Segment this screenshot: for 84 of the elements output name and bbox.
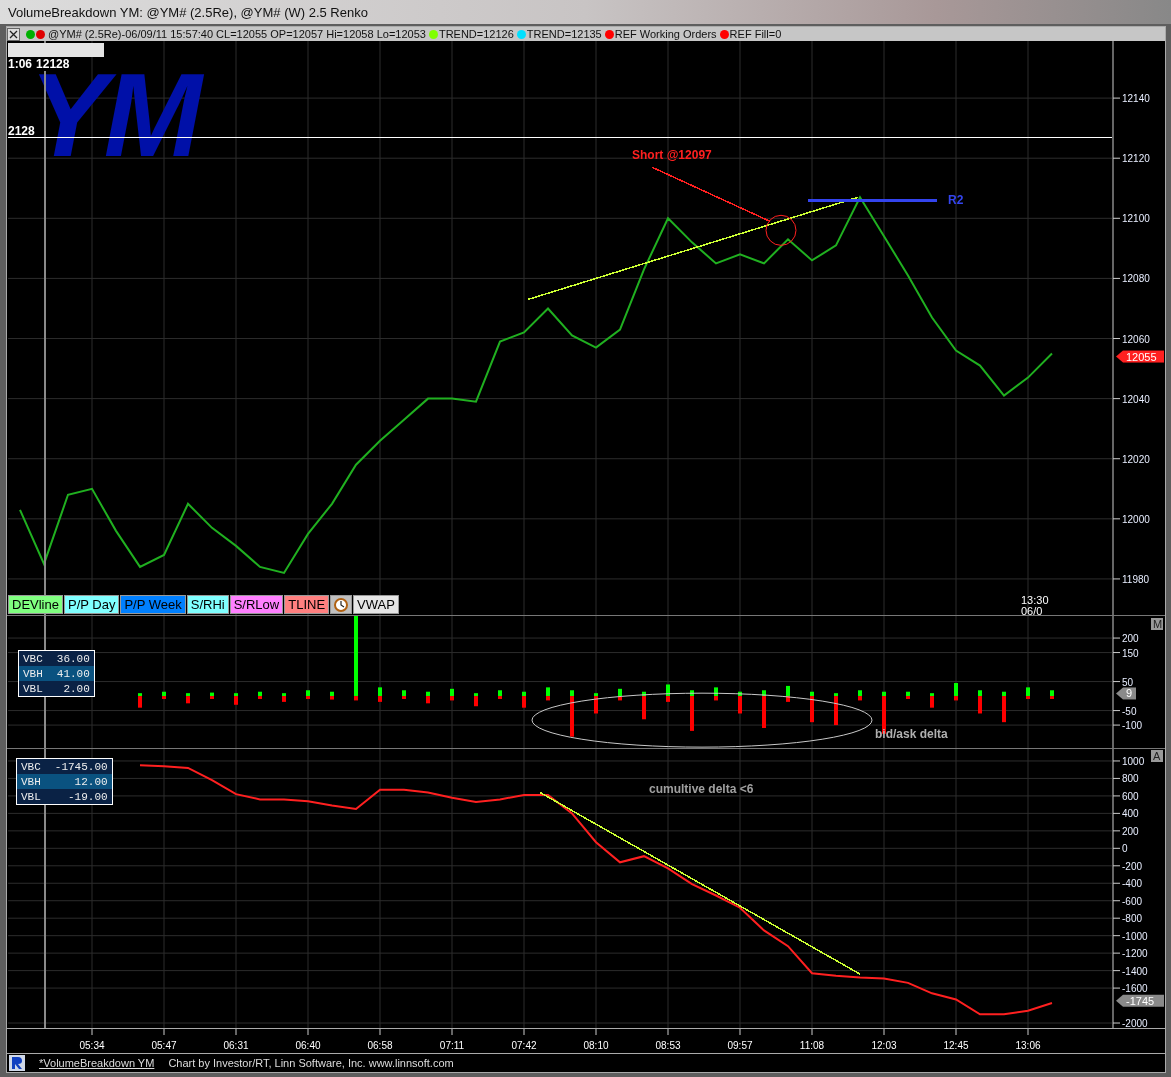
indicator-button[interactable]: S/RHi <box>186 595 229 614</box>
price-label: 2128 <box>8 124 35 139</box>
axis-label: 400 <box>1122 808 1139 820</box>
readout-value: 12.00 <box>74 775 108 788</box>
time-axis-label: 08:10 <box>583 1040 609 1051</box>
axis-label: -400 <box>1122 878 1142 890</box>
axis-label: 12060 <box>1122 333 1150 345</box>
time-axis-label: 06:40 <box>295 1040 321 1051</box>
readout-value: 36.00 <box>56 652 90 665</box>
time-axis-label: 09:57 <box>727 1040 753 1051</box>
time-axis-label: 05:34 <box>79 1040 105 1051</box>
axis-label: 0 <box>1122 843 1128 855</box>
credit-text: Chart by Investor/RT, Linn Software, Inc. www.linnsoft.com <box>168 1057 454 1069</box>
chart-link[interactable]: *VolumeBreakdown YM <box>39 1057 155 1069</box>
time-axis-label: 11:08 <box>799 1040 825 1051</box>
readout-label: VBH <box>21 775 41 788</box>
axis-label: -2000 <box>1122 1018 1148 1028</box>
axis-label: -600 <box>1122 895 1142 907</box>
axis-label: -1600 <box>1122 983 1148 995</box>
time-label: 13:30 <box>1021 594 1049 606</box>
axis-label: 200 <box>1122 825 1139 837</box>
axis-label: 12020 <box>1122 453 1150 465</box>
axis-label: 600 <box>1122 790 1139 802</box>
readout-value: -19.00 <box>68 790 108 803</box>
axis-label: 12100 <box>1122 213 1150 225</box>
axis-label: 800 <box>1122 773 1139 785</box>
readout-label: VBC <box>21 760 41 773</box>
readout-value: 41.00 <box>56 667 90 680</box>
axis-label: -100 <box>1122 720 1142 732</box>
window-title: VolumeBreakdown YM: @YM# (2.5Re), @YM# (W) 2.5 Renko <box>0 0 1171 24</box>
panel-tag: A <box>1151 750 1163 762</box>
indicator-label: REF Working Orders <box>614 28 717 40</box>
time-axis-label: 08:53 <box>655 1040 681 1051</box>
indicator-button[interactable]: P/P Week <box>120 595 186 614</box>
panel-tag: M <box>1151 618 1163 630</box>
chart-note: Short @12097 <box>632 148 712 163</box>
indicator-label: TREND=12126 <box>438 28 514 40</box>
indicator-button[interactable]: P/P Day <box>63 595 120 614</box>
time-label: 06/0 <box>1021 605 1043 615</box>
clock-icon <box>334 597 349 612</box>
crosshair-time: 1:06 <box>8 57 33 71</box>
indicator-label: TREND=12135 <box>526 28 602 40</box>
time-axis-label: 06:58 <box>367 1040 393 1051</box>
axis-label: -1200 <box>1122 948 1148 960</box>
axis-label: 1000 <box>1122 755 1145 767</box>
axis-label: -200 <box>1122 860 1142 872</box>
readout-label: VBL <box>21 790 41 803</box>
quote-text: @YM# (2.5Re)-06/09/11 15:57:40 CL=12055 OP=12057 Hi=12058 Lo=12053 <box>48 28 426 40</box>
axis-label: -800 <box>1122 913 1142 925</box>
close-icon[interactable] <box>7 27 20 41</box>
readout-label: VBH <box>23 667 43 680</box>
time-axis-label: 13:06 <box>1015 1040 1041 1051</box>
axis-label: 12000 <box>1122 513 1150 525</box>
time-axis-label: 05:47 <box>151 1040 177 1051</box>
app-icon <box>9 1055 25 1071</box>
level-line: R2 <box>808 193 964 208</box>
time-axis-label: 12:03 <box>871 1040 897 1051</box>
time-axis-label: 12:45 <box>943 1040 969 1051</box>
indicator-button[interactable]: TLINE <box>284 595 330 614</box>
axis-label: -1000 <box>1122 930 1148 942</box>
clock-button[interactable] <box>330 595 353 614</box>
axis-label: 12120 <box>1122 153 1150 165</box>
time-axis-label: 07:42 <box>511 1040 537 1051</box>
axis-label: 150 <box>1122 647 1139 659</box>
chart-note: cumultive delta <6 <box>649 782 754 796</box>
indicator-label: REF Fill=0 <box>729 28 782 40</box>
readout-value: 2.00 <box>63 682 90 695</box>
time-axis-label: 07:11 <box>439 1040 465 1051</box>
chart-note: bid/ask delta <box>875 727 948 742</box>
indicator-button[interactable]: DEVline <box>8 595 63 614</box>
readout-label: VBL <box>23 682 43 695</box>
axis-label: -1400 <box>1122 965 1148 977</box>
time-axis-label: 06:31 <box>223 1040 249 1051</box>
axis-label: 12040 <box>1122 393 1150 405</box>
indicator-button[interactable]: S/RLow <box>229 595 284 614</box>
indicator-button[interactable]: VWAP <box>353 595 399 614</box>
axis-label: 50 <box>1122 676 1134 688</box>
axis-label: -50 <box>1122 705 1137 717</box>
readout-label: VBC <box>23 652 43 665</box>
readout-value: -1745.00 <box>54 760 108 773</box>
axis-label: 12140 <box>1122 93 1150 105</box>
axis-label: 12080 <box>1122 273 1150 285</box>
axis-label: 200 <box>1122 633 1139 645</box>
axis-label: 11980 <box>1122 573 1150 585</box>
